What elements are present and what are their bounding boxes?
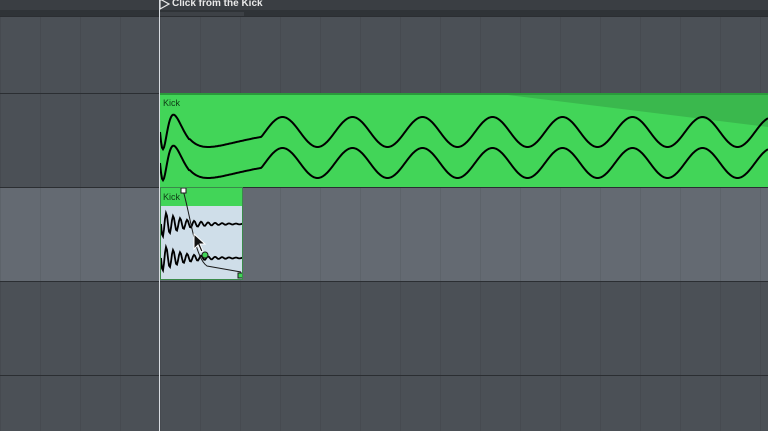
grid-lines bbox=[0, 376, 768, 431]
arrow-cursor-icon bbox=[193, 233, 207, 253]
timeline-ruler[interactable] bbox=[0, 0, 768, 10]
grid-lines bbox=[0, 188, 768, 282]
envelope-handle[interactable] bbox=[180, 188, 187, 194]
envelope-end-handle[interactable] bbox=[237, 272, 243, 279]
track-lane-1[interactable] bbox=[0, 16, 768, 94]
locator-flag-icon[interactable] bbox=[159, 0, 171, 10]
grid-lines bbox=[0, 17, 768, 94]
track-lane-5[interactable] bbox=[0, 375, 768, 431]
playhead[interactable] bbox=[159, 0, 160, 431]
kick-waveform bbox=[160, 113, 768, 183]
kick-clip-main[interactable]: Kick bbox=[160, 93, 768, 187]
grid-lines bbox=[0, 282, 768, 376]
track-lane-3-selected[interactable] bbox=[0, 187, 768, 282]
track-lane-4[interactable] bbox=[0, 281, 768, 376]
locator-label[interactable]: Click from the Kick bbox=[172, 0, 263, 9]
